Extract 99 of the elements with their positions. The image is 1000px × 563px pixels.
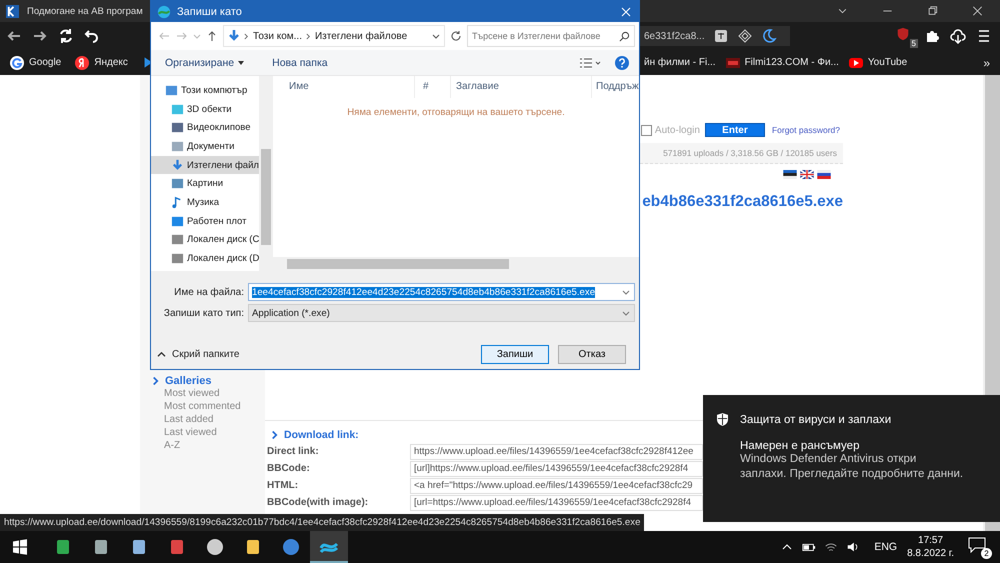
forgot-password-link[interactable]: Forgot password? (772, 125, 840, 135)
tab-title[interactable]: Подмогане на АВ програм (27, 6, 143, 16)
estonia-flag-icon[interactable] (783, 170, 797, 179)
link-field[interactable]: [url=https://www.upload.ee/files/14396559/1ee4cefacf38cfc2928f4 (410, 494, 703, 510)
navigation-item[interactable]: Локален диск (D (151, 249, 259, 268)
cancel-button[interactable]: Отказ (558, 345, 626, 364)
address-bar[interactable]: 6e331f2ca8... (640, 26, 790, 46)
reload-icon[interactable] (58, 28, 74, 44)
column-header[interactable]: Име (273, 76, 415, 98)
link-label: HTML: (266, 480, 300, 491)
bookmark[interactable]: Яндекс (75, 56, 128, 70)
file-title: eb4b86e331f2ca8616e5.exe (642, 193, 843, 211)
organize-menu[interactable]: Организиране (165, 56, 234, 68)
bookmark[interactable]: YouTube (848, 57, 908, 68)
download-arrow-icon (228, 30, 240, 42)
scrollbar[interactable] (259, 76, 273, 271)
navigation-item[interactable]: Видеоклипове (151, 118, 259, 138)
toast-message: Windows Defender Antivirus откри заплахи. Прегледайте подробните данни. (740, 452, 964, 482)
download-link-heading: Download link: (284, 429, 359, 441)
column-header[interactable]: Поддръж (592, 76, 639, 98)
chevron-icon[interactable] (306, 32, 311, 40)
dialog-title: Запиши като (177, 6, 242, 18)
scrollbar[interactable] (273, 257, 639, 271)
new-folder-button[interactable]: Нова папка (272, 56, 328, 68)
breadcrumb-item[interactable]: Изтеглени файлове (314, 30, 408, 42)
puzzle-icon[interactable] (924, 28, 940, 44)
shield-icon (717, 413, 728, 426)
browser-logo-icon (6, 4, 19, 18)
auto-login-label: Auto-login (654, 124, 700, 136)
download-arrow-icon (171, 158, 184, 172)
filename-label: Име на файла: (173, 286, 245, 298)
status-url-tooltip: https://www.upload.ee/download/14396559/8199c6a232c01b77bdc4/1ee4cefacf38cfc2928f412ee4d23e2254c8265754d8eb4b86e331f2ca8616e5.exe (0, 514, 644, 531)
navigation-item[interactable]: Изтеглени файл (151, 156, 259, 174)
address-text[interactable]: 6e331f2ca8... (644, 30, 705, 42)
yandex-logo-icon (75, 56, 90, 70)
navigation-item[interactable]: Документи (151, 137, 259, 156)
enter-button[interactable]: Enter (704, 123, 765, 137)
view-options-icon[interactable] (579, 56, 601, 68)
checkbox[interactable] (640, 124, 652, 136)
uk-flag-icon[interactable] (800, 170, 814, 179)
navigation-item[interactable]: Картини (151, 174, 259, 194)
toast-title: Намерен е рансъмуер (740, 440, 860, 452)
clock[interactable]: 17:57 8.8.2022 г. (907, 534, 954, 560)
notification-count-badge: 2 (981, 548, 992, 559)
cloud-download-icon[interactable] (950, 28, 966, 44)
search-field[interactable]: Търсене в Изтеглени файлове (467, 25, 635, 47)
hide-folders-toggle[interactable]: Скрий папките (157, 349, 240, 360)
play-logo-icon (848, 58, 863, 68)
link-field[interactable]: https://www.upload.ee/files/14396559/1ee4cefacf38cfc2928f412ee (410, 444, 703, 460)
link-label: Direct link: (266, 446, 320, 457)
link-field[interactable]: <a href="https://www.upload.ee/files/14396559/1ee4cefacf38cfc29 (410, 478, 703, 494)
file-type-dropdown[interactable]: Application (*.exe) (248, 304, 635, 322)
bookmark[interactable]: Filmi123.COM - Фи... (726, 57, 839, 68)
refresh-icon[interactable] (449, 30, 463, 42)
bookmark[interactable]: Google (10, 56, 62, 70)
save-button[interactable]: Запиши (481, 345, 549, 364)
caret-up-icon[interactable] (157, 351, 166, 358)
navigation-item[interactable]: 3D обекти (151, 100, 259, 118)
search-icon[interactable] (619, 30, 630, 42)
link-label: BBCode: (266, 463, 311, 474)
layers-icon[interactable] (736, 28, 753, 44)
toast-app-name: Защита от вируси и заплахи (740, 414, 892, 426)
navigation-item[interactable]: Този компютър (151, 81, 259, 100)
chevron-icon (152, 376, 159, 386)
translate-icon[interactable] (712, 28, 729, 44)
dropdown-icon[interactable] (432, 32, 440, 40)
close-icon[interactable] (621, 6, 631, 16)
help-icon[interactable] (615, 56, 629, 70)
stats-text: 571891 uploads / 3,318.56 GB / 120185 users (663, 148, 837, 158)
navigation-item[interactable]: Музика (151, 193, 259, 212)
link-field[interactable]: [url]https://www.upload.ee/files/14396559/1ee4cefacf38cfc2928f4 (410, 460, 703, 476)
column-header[interactable]: # (415, 76, 451, 98)
chevron-icon (271, 430, 278, 440)
menu-icon[interactable] (976, 28, 992, 44)
language-indicator[interactable]: ENG (874, 541, 898, 553)
battery-icon[interactable] (802, 541, 816, 553)
link-label: BBCode(with image): (266, 497, 370, 508)
column-header[interactable]: Заглавие (451, 76, 592, 98)
filename-field[interactable]: 1ee4cefacf38cfc2928f412ee4d23e2254c8265754d8eb4b86e331f2ca8616e5.exe (248, 283, 635, 301)
breadcrumb-item[interactable]: Този ком... (253, 30, 302, 42)
dropdown-icon[interactable] (238, 60, 244, 64)
moon-icon[interactable] (760, 28, 777, 44)
bookmark[interactable]: йн филми - Fi... (644, 57, 716, 68)
undo-icon[interactable] (84, 28, 100, 44)
sidebar-heading[interactable]: Galleries (165, 375, 212, 387)
file-type-label: Запиши като тип: (162, 308, 245, 318)
russia-flag-icon[interactable] (817, 170, 831, 179)
wifi-icon[interactable] (824, 541, 838, 553)
app-logo-icon (157, 4, 171, 18)
extension-badge: 5 (910, 39, 918, 48)
start-icon[interactable] (12, 539, 28, 555)
navigation-item[interactable]: Локален диск (C (151, 230, 259, 250)
google-logo-icon (10, 56, 24, 70)
virus-alert-toast[interactable]: Защита от вируси и заплахи Намерен е рансъмуер Windows Defender Antivirus откри заплахи. Прегледайте подробните данни. (703, 395, 1000, 522)
bookmarks-overflow-button[interactable]: » (983, 56, 990, 70)
navigation-item[interactable]: Работен плот (151, 212, 259, 230)
address-bar[interactable]: Този ком... Изтеглени файлове (223, 25, 445, 47)
empty-message: Няма елементи, отговарящи на вашето търсене. (346, 107, 566, 118)
chevron-icon[interactable] (244, 32, 249, 40)
